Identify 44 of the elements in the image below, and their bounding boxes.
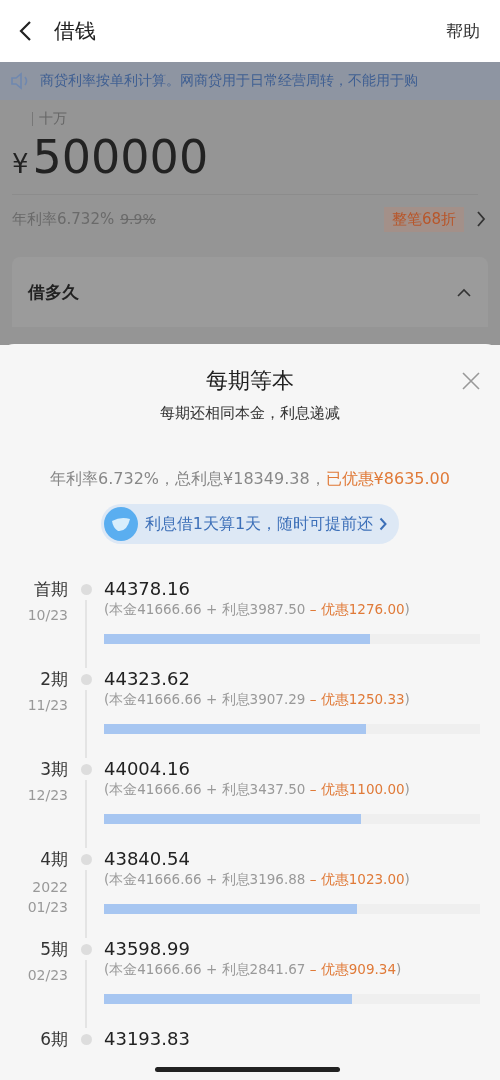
payment-amount: 43193.83 xyxy=(104,1028,191,1050)
payment-breakdown: (本金41666.66 + 利息3907.29 – 优惠1250.33) xyxy=(104,690,411,708)
payment-breakdown: (本金41666.66 + 利息3987.50 – 优惠1276.00) xyxy=(104,600,411,618)
payment-amount: 44004.16 xyxy=(104,758,191,780)
timeline-dot xyxy=(80,584,92,595)
timeline-dot xyxy=(80,674,92,685)
chevron-right-icon xyxy=(379,517,388,531)
year-label: 2022 xyxy=(31,878,68,896)
term-card[interactable]: 借多久 xyxy=(12,257,488,327)
payment-amount: 44323.62 xyxy=(104,668,191,690)
period-label: 3期 xyxy=(39,758,68,780)
payment-breakdown: (本金41666.66 + 利息3196.88 – 优惠1023.00) xyxy=(104,870,411,888)
help-link[interactable]: 帮助 xyxy=(446,19,480,43)
payment-amount: 44378.16 xyxy=(104,578,191,600)
timeline-dot xyxy=(80,944,92,955)
summary-text: 年利率6.732%，总利息¥18349.38，已优惠¥8635.00 xyxy=(49,469,451,490)
period-label: 5期 xyxy=(39,938,68,960)
due-date: 01/23 xyxy=(26,898,68,916)
amount-field[interactable]: ¥500000 xyxy=(12,130,478,195)
info-pill[interactable]: 利息借1天算1天，随时可提前还 xyxy=(100,504,400,544)
timeline-dot xyxy=(80,764,92,775)
payment-amount: 43598.99 xyxy=(104,938,191,960)
notice-text: 商贷利率按单利计算。网商贷用于日常经营周转，不能用于购 xyxy=(40,72,418,90)
due-date: 02/23 xyxy=(26,966,68,984)
page-title: 借钱 xyxy=(54,18,97,45)
discount-badge: 整笔68折 xyxy=(383,206,464,232)
due-date: 10/23 xyxy=(26,606,68,624)
due-date: 11/23 xyxy=(26,696,68,714)
close-icon xyxy=(462,372,480,390)
term-title: 借多久 xyxy=(28,280,79,304)
period-label: 2期 xyxy=(39,668,68,690)
period-label: 首期 xyxy=(33,578,68,600)
payment-amount: 43840.54 xyxy=(104,848,191,870)
sheet-title: 每期等本 xyxy=(206,367,294,395)
back-icon xyxy=(18,20,32,42)
timeline-dot xyxy=(80,854,92,865)
timeline-dot xyxy=(80,1034,92,1045)
due-date: 12/23 xyxy=(26,786,68,804)
sheet-subtitle: 每期还相同本金，利息递减 xyxy=(159,404,341,423)
period-label: 6期 xyxy=(39,1028,68,1050)
payment-breakdown: (本金41666.66 + 利息2841.67 – 优惠909.34) xyxy=(104,960,403,978)
chevron-right-icon xyxy=(476,210,486,228)
period-label: 4期 xyxy=(39,848,68,870)
payment-breakdown: (本金41666.66 + 利息3437.50 – 优惠1100.00) xyxy=(104,780,411,798)
